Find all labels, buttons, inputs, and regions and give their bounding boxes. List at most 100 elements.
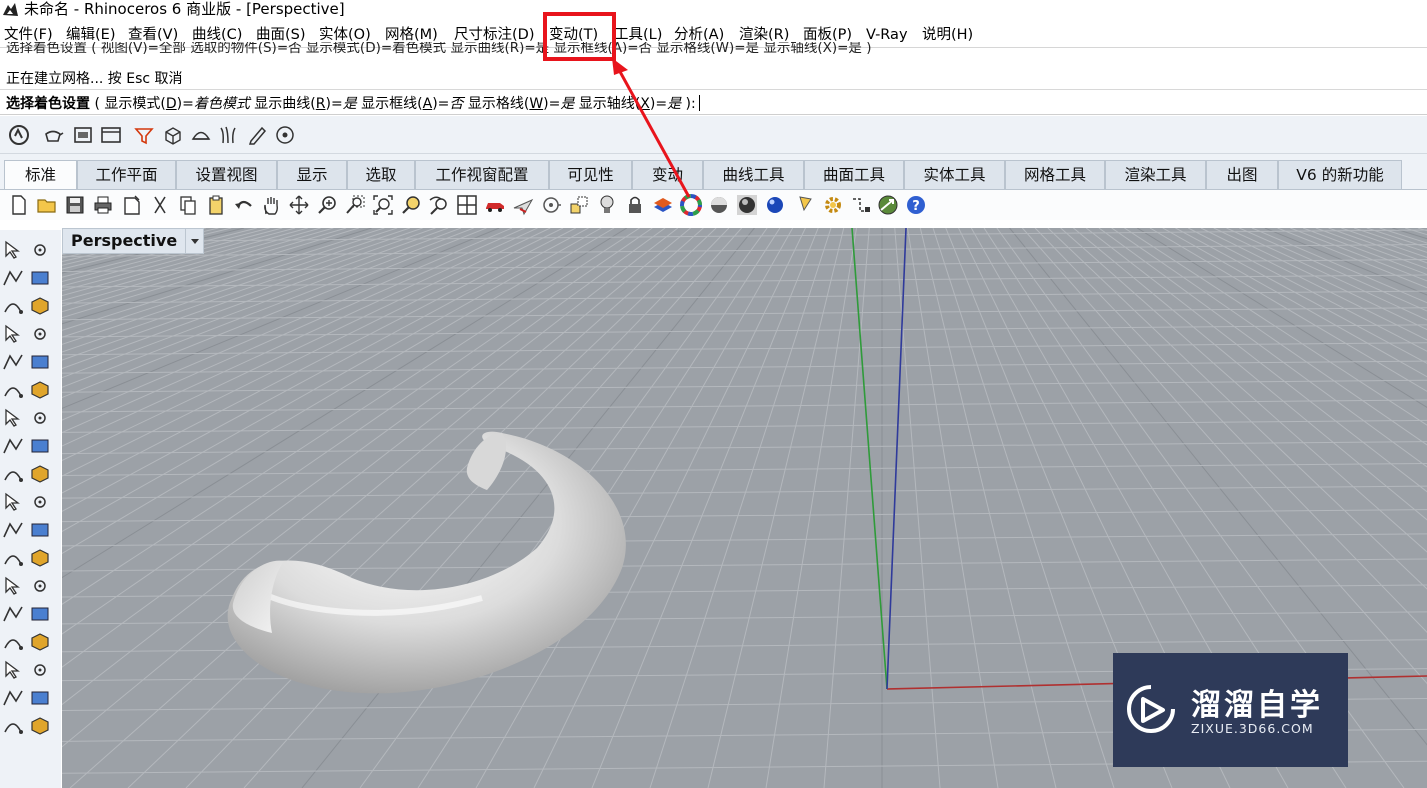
menu-help[interactable]: 说明(H) [922,26,973,44]
four-viewports-icon[interactable] [456,194,478,216]
print-icon[interactable] [92,194,114,216]
cylinder-icon[interactable] [1,434,25,458]
layout-icon[interactable] [72,124,94,146]
solid-box-icon[interactable] [1,630,25,654]
pan-hand-icon[interactable] [260,194,282,216]
paste-icon[interactable] [205,194,227,216]
explode-icon[interactable] [1,462,25,486]
spotlight-icon[interactable] [797,194,819,216]
tab-drafting[interactable]: 出图 [1206,160,1278,189]
rotate-view-icon[interactable] [288,194,310,216]
option-display-mode[interactable]: 显示模式(D)=着色模式 [104,96,249,112]
hexagon-icon[interactable] [1,350,25,374]
undo-view-icon[interactable] [428,194,450,216]
paper-plane-icon[interactable] [512,194,534,216]
split-icon[interactable] [28,490,52,514]
tab-mesh-tools[interactable]: 网格工具 [1005,160,1105,189]
open-folder-icon[interactable] [36,194,58,216]
tab-solid-tools[interactable]: 实体工具 [904,160,1005,189]
box-wireframe-icon[interactable] [162,124,184,146]
shaded-sphere-icon[interactable] [708,194,730,216]
select-arrow-icon[interactable] [1,238,25,262]
help-icon[interactable]: ? [905,194,927,216]
align-icon[interactable] [28,658,52,682]
dimension-icon[interactable] [850,194,872,216]
dome-icon[interactable] [190,124,212,146]
boolean-icon[interactable] [1,518,25,542]
ellipse-icon[interactable] [28,294,52,318]
mirror-icon[interactable] [28,602,52,626]
arrow-orange-icon[interactable] [28,462,52,486]
copy-icon[interactable] [177,194,199,216]
rhino-logo-icon[interactable] [8,124,30,146]
zoom-extents-icon[interactable] [372,194,394,216]
grid-array-icon[interactable] [1,658,25,682]
surface-corner-icon[interactable] [1,378,25,402]
cut-icon[interactable] [149,194,171,216]
check-icon[interactable] [28,686,52,710]
curve-tool-icon[interactable] [28,546,52,570]
material-sphere-icon[interactable] [764,194,786,216]
pencil-icon[interactable] [246,124,268,146]
shapes-icon[interactable] [568,194,590,216]
gumball-icon[interactable] [274,124,296,146]
zoom-window-icon[interactable] [344,194,366,216]
rendered-sphere-icon[interactable] [736,194,758,216]
group-icon[interactable] [28,518,52,542]
tab-set-view[interactable]: 设置视图 [176,160,277,189]
option-show-frame[interactable]: 显示框线(A)=否 [357,96,463,112]
option-show-grid[interactable]: 显示格线(W)=是 [463,96,575,112]
sphere-icon[interactable] [28,406,52,430]
teapot-icon[interactable] [42,124,64,146]
tab-select[interactable]: 选取 [347,160,415,189]
fillet-icon[interactable] [1,546,25,570]
option-show-axes[interactable]: 显示轴线(X)=是 [574,96,681,112]
circle-icon[interactable] [1,294,25,318]
layers-icon[interactable] [652,194,674,216]
osnap-icon[interactable] [540,194,562,216]
rhino-app-icon[interactable] [2,1,19,18]
save-icon[interactable] [64,194,86,216]
properties-icon[interactable] [121,194,143,216]
tab-viewport-layout[interactable]: 工作视窗配置 [415,160,549,189]
torus-tube-object[interactable] [227,431,626,694]
text-icon[interactable] [1,574,25,598]
tab-visibility[interactable]: 可见性 [549,160,632,189]
tab-surface-tools[interactable]: 曲面工具 [804,160,904,189]
tab-v6-new[interactable]: V6 的新功能 [1278,160,1402,189]
tab-transform[interactable]: 变动 [632,160,703,189]
plane-icon[interactable] [28,434,52,458]
viewport-title-tab[interactable]: Perspective [62,228,205,254]
light-bulb-icon[interactable] [596,194,618,216]
polygon-icon[interactable] [1,322,25,346]
array-icon[interactable] [1,602,25,626]
tab-curve-tools[interactable]: 曲线工具 [703,160,804,189]
curve-points-icon[interactable] [28,266,52,290]
new-file-icon[interactable] [8,194,30,216]
filter-icon[interactable] [133,124,155,146]
zoom-icon[interactable] [316,194,338,216]
grass-icon[interactable] [218,124,240,146]
command-prompt[interactable]: 选择着色设置 ( 显示模式(D)=着色模式 显示曲线(R)=是 显示框线(A)=… [6,93,700,113]
tab-standard[interactable]: 标准 [4,160,77,190]
gem-icon[interactable] [1,686,25,710]
lock-icon[interactable] [624,194,646,216]
polyline-icon[interactable] [1,266,25,290]
menu-vray[interactable]: V-Ray [866,26,908,44]
option-show-curves[interactable]: 显示曲线(R)=是 [250,96,356,112]
render-block-icon[interactable] [1,714,25,738]
loft-icon[interactable] [28,378,52,402]
zoom-selected-icon[interactable] [400,194,422,216]
tab-display[interactable]: 显示 [277,160,347,189]
tab-render-tools[interactable]: 渲染工具 [1105,160,1206,189]
point-icon[interactable] [28,238,52,262]
color-wheel-icon[interactable] [680,194,702,216]
undo-icon[interactable] [233,194,255,216]
dimension-icon[interactable] [28,574,52,598]
measure-icon[interactable] [28,630,52,654]
paint-icon[interactable] [28,714,52,738]
box-icon[interactable] [1,406,25,430]
tab-cplanes[interactable]: 工作平面 [77,160,176,189]
rectangle-icon[interactable] [28,322,52,346]
plugin-globe-icon[interactable] [877,194,899,216]
